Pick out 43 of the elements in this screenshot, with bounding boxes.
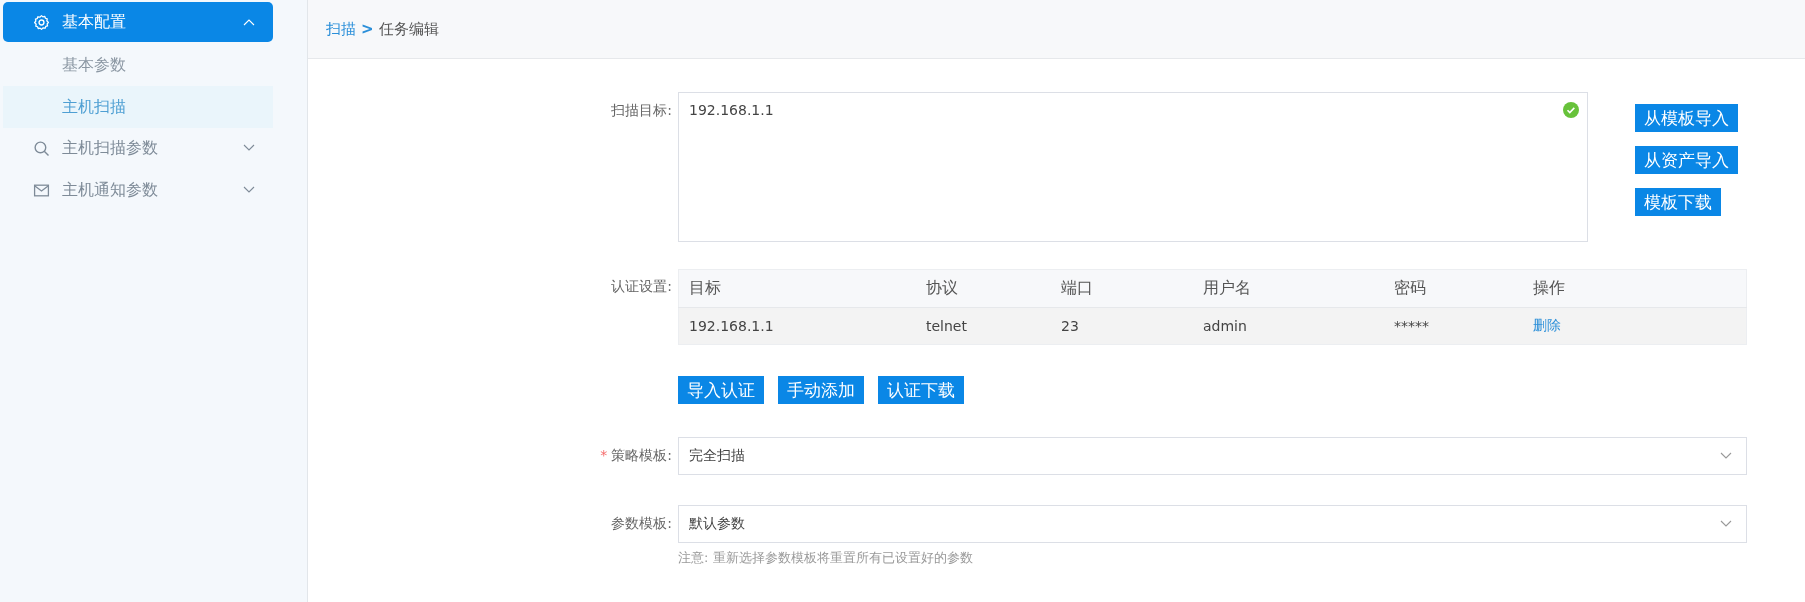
table-cell: telnet bbox=[916, 307, 1051, 345]
table-cell: ***** bbox=[1384, 307, 1523, 345]
column-header: 密码 bbox=[1384, 269, 1523, 308]
column-header: 用户名 bbox=[1193, 269, 1384, 308]
column-header: 目标 bbox=[678, 269, 916, 308]
table-cell: 192.168.1.1 bbox=[678, 307, 916, 345]
settings-icon bbox=[33, 13, 50, 31]
search-icon bbox=[33, 139, 50, 157]
auth-button[interactable]: 认证下载 bbox=[878, 376, 964, 404]
sidebar-menu-item[interactable]: 主机通知参数 bbox=[3, 170, 273, 210]
template-select[interactable]: 默认参数 bbox=[678, 505, 1747, 543]
table-cell: admin bbox=[1193, 307, 1384, 345]
template-select[interactable]: 完全扫描 bbox=[678, 437, 1747, 475]
import-button[interactable]: 模板下载 bbox=[1635, 188, 1721, 216]
field-label: 参数模板: bbox=[611, 515, 672, 531]
column-header: 操作 bbox=[1523, 269, 1747, 308]
auth-button[interactable]: 手动添加 bbox=[778, 376, 864, 404]
import-button[interactable]: 从资产导入 bbox=[1635, 146, 1738, 174]
column-header: 协议 bbox=[916, 269, 1051, 308]
chevron-icon bbox=[243, 186, 255, 194]
import-button[interactable]: 从模板导入 bbox=[1635, 104, 1738, 132]
field-label: 扫描目标: bbox=[611, 102, 672, 118]
field-label: 认证设置: bbox=[611, 278, 672, 294]
chevron-icon bbox=[1720, 520, 1732, 528]
sidebar-menu-item[interactable]: 基本配置 bbox=[3, 2, 273, 42]
chevron-icon bbox=[1720, 452, 1732, 460]
chevron-icon bbox=[243, 144, 255, 152]
field-value: 192.168.1.1 bbox=[689, 102, 774, 118]
column-header: 端口 bbox=[1051, 269, 1193, 308]
delete-link[interactable]: 删除 bbox=[1533, 317, 1561, 333]
breadcrumb-link[interactable]: 扫描 bbox=[326, 19, 356, 39]
field-label: 策略模板: bbox=[611, 447, 672, 463]
scan-target-field[interactable]: 192.168.1.1 bbox=[678, 92, 1588, 242]
table-cell: 23 bbox=[1051, 307, 1193, 345]
hint-text: 注意: 重新选择参数模板将重置所有已设置好的参数 bbox=[678, 549, 974, 567]
auth-button[interactable]: 导入认证 bbox=[678, 376, 764, 404]
sidebar-submenu-item[interactable]: 基本参数 bbox=[3, 44, 273, 86]
chevron-icon bbox=[243, 18, 255, 26]
sidebar-submenu-item[interactable]: 主机扫描 bbox=[3, 86, 273, 128]
breadcrumb-current: 任务编辑 bbox=[378, 19, 439, 39]
breadcrumb-separator: > bbox=[361, 20, 374, 38]
required-mark: * bbox=[600, 447, 608, 463]
sidebar-menu-item[interactable]: 主机扫描参数 bbox=[3, 128, 273, 168]
